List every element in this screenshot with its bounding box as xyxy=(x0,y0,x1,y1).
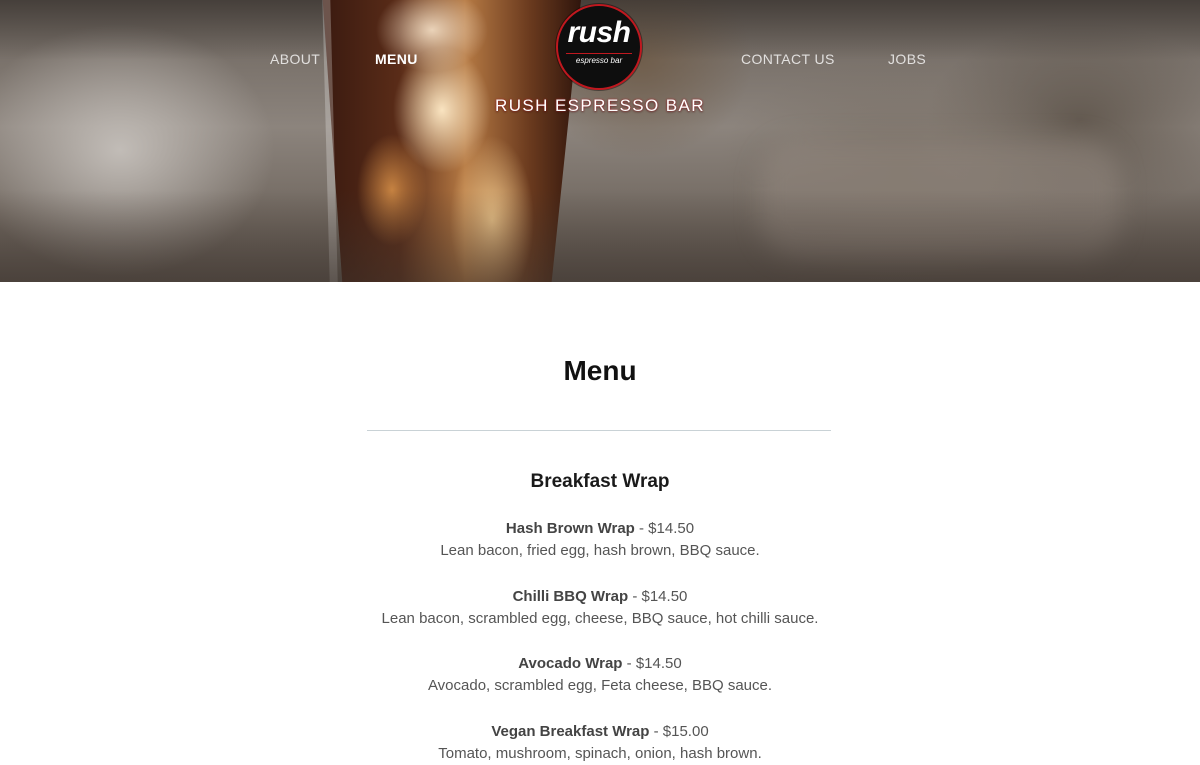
menu-item-price: $14.50 xyxy=(641,588,688,605)
section-title-breakfast-wrap: Breakfast Wrap xyxy=(530,471,670,492)
menu-content: Menu Breakfast Wrap Hash Brown Wrap - $1… xyxy=(0,282,1200,762)
nav-link-contact[interactable]: CONTACT US xyxy=(741,51,835,67)
logo-tagline: espresso bar xyxy=(566,53,632,67)
menu-item-description: Lean bacon, scrambled egg, cheese, BBQ s… xyxy=(381,610,819,627)
menu-item-name: Vegan Breakfast Wrap xyxy=(491,723,650,740)
hero-banner: ABOUT MENU rush espresso bar CONTACT US … xyxy=(0,0,1200,282)
menu-item: Vegan Breakfast Wrap - $15.00 Tomato, mu… xyxy=(0,721,1200,765)
nav-link-jobs[interactable]: JOBS xyxy=(888,51,926,67)
menu-item-name: Avocado Wrap xyxy=(518,655,623,672)
menu-item-description: Lean bacon, fried egg, hash brown, BBQ s… xyxy=(440,542,760,559)
menu-item: Hash Brown Wrap - $14.50 Lean bacon, fri… xyxy=(0,518,1200,562)
hero-shade-bottom xyxy=(0,190,1200,282)
menu-item: Chilli BBQ Wrap - $14.50 Lean bacon, scr… xyxy=(0,586,1200,630)
site-brand-name: RUSH ESPRESSO BAR xyxy=(495,96,705,115)
nav-link-about[interactable]: ABOUT xyxy=(270,51,320,67)
page-title: Menu xyxy=(563,355,637,386)
title-divider xyxy=(367,430,831,431)
rush-logo[interactable]: rush espresso bar xyxy=(556,4,642,90)
menu-item-price: $14.50 xyxy=(648,520,695,537)
logo-wordmark: rush xyxy=(567,16,631,49)
menu-item-name: Chilli BBQ Wrap xyxy=(512,588,629,605)
menu-item: Avocado Wrap - $14.50 Avocado, scrambled… xyxy=(0,653,1200,697)
main-navigation: ABOUT MENU rush espresso bar CONTACT US … xyxy=(0,0,1200,130)
menu-item-price: $14.50 xyxy=(635,655,682,672)
nav-link-menu[interactable]: MENU xyxy=(375,51,418,67)
menu-item-name: Hash Brown Wrap xyxy=(505,520,635,537)
menu-item-price: $15.00 xyxy=(662,723,709,740)
menu-item-description: Tomato, mushroom, spinach, onion, hash b… xyxy=(438,745,762,762)
menu-item-description: Avocado, scrambled egg, Feta cheese, BBQ… xyxy=(427,677,773,694)
